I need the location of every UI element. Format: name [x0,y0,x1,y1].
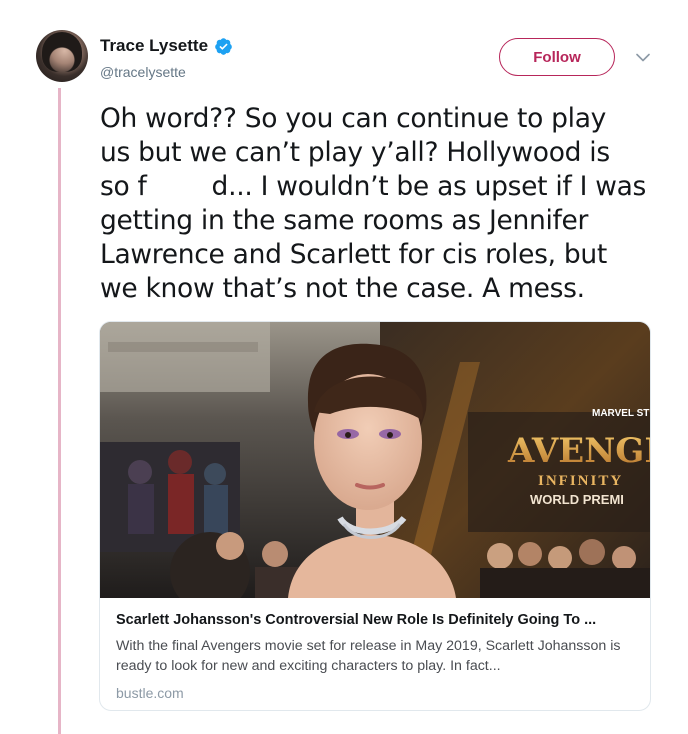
card-image: MARVEL STUDIOS AVENGERS INFINITY WORLD P… [100,322,650,598]
card-body: Scarlett Johansson's Controversial New R… [100,598,650,701]
follow-button[interactable]: Follow [499,38,615,76]
avengers-title-text: AVENGERS [507,431,650,471]
user-handle[interactable]: @tracelysette [100,64,186,80]
card-image-art: MARVEL STUDIOS AVENGERS INFINITY WORLD P… [100,322,650,598]
chevron-down-icon [636,53,650,61]
avatar-hair [42,32,82,72]
display-name[interactable]: Trace Lysette [100,36,208,56]
verified-badge-icon [215,37,232,55]
world-premiere-text: WORLD PREMI [530,492,624,507]
studio-text: MARVEL STUDIOS [592,408,650,419]
card-domain: bustle.com [116,685,184,701]
link-card[interactable]: MARVEL STUDIOS AVENGERS INFINITY WORLD P… [99,321,651,711]
thread-line [58,88,61,734]
infinity-text: INFINITY [538,473,623,489]
tweet-text: Oh word?? So you can continue to play us… [100,103,647,304]
user-name-row: Trace Lysette [100,36,233,56]
card-description: With the final Avengers movie set for re… [116,638,621,674]
tweet-menu-button[interactable] [634,48,652,66]
card-title[interactable]: Scarlett Johansson's Controversial New R… [116,612,634,628]
avatar[interactable] [36,30,88,82]
